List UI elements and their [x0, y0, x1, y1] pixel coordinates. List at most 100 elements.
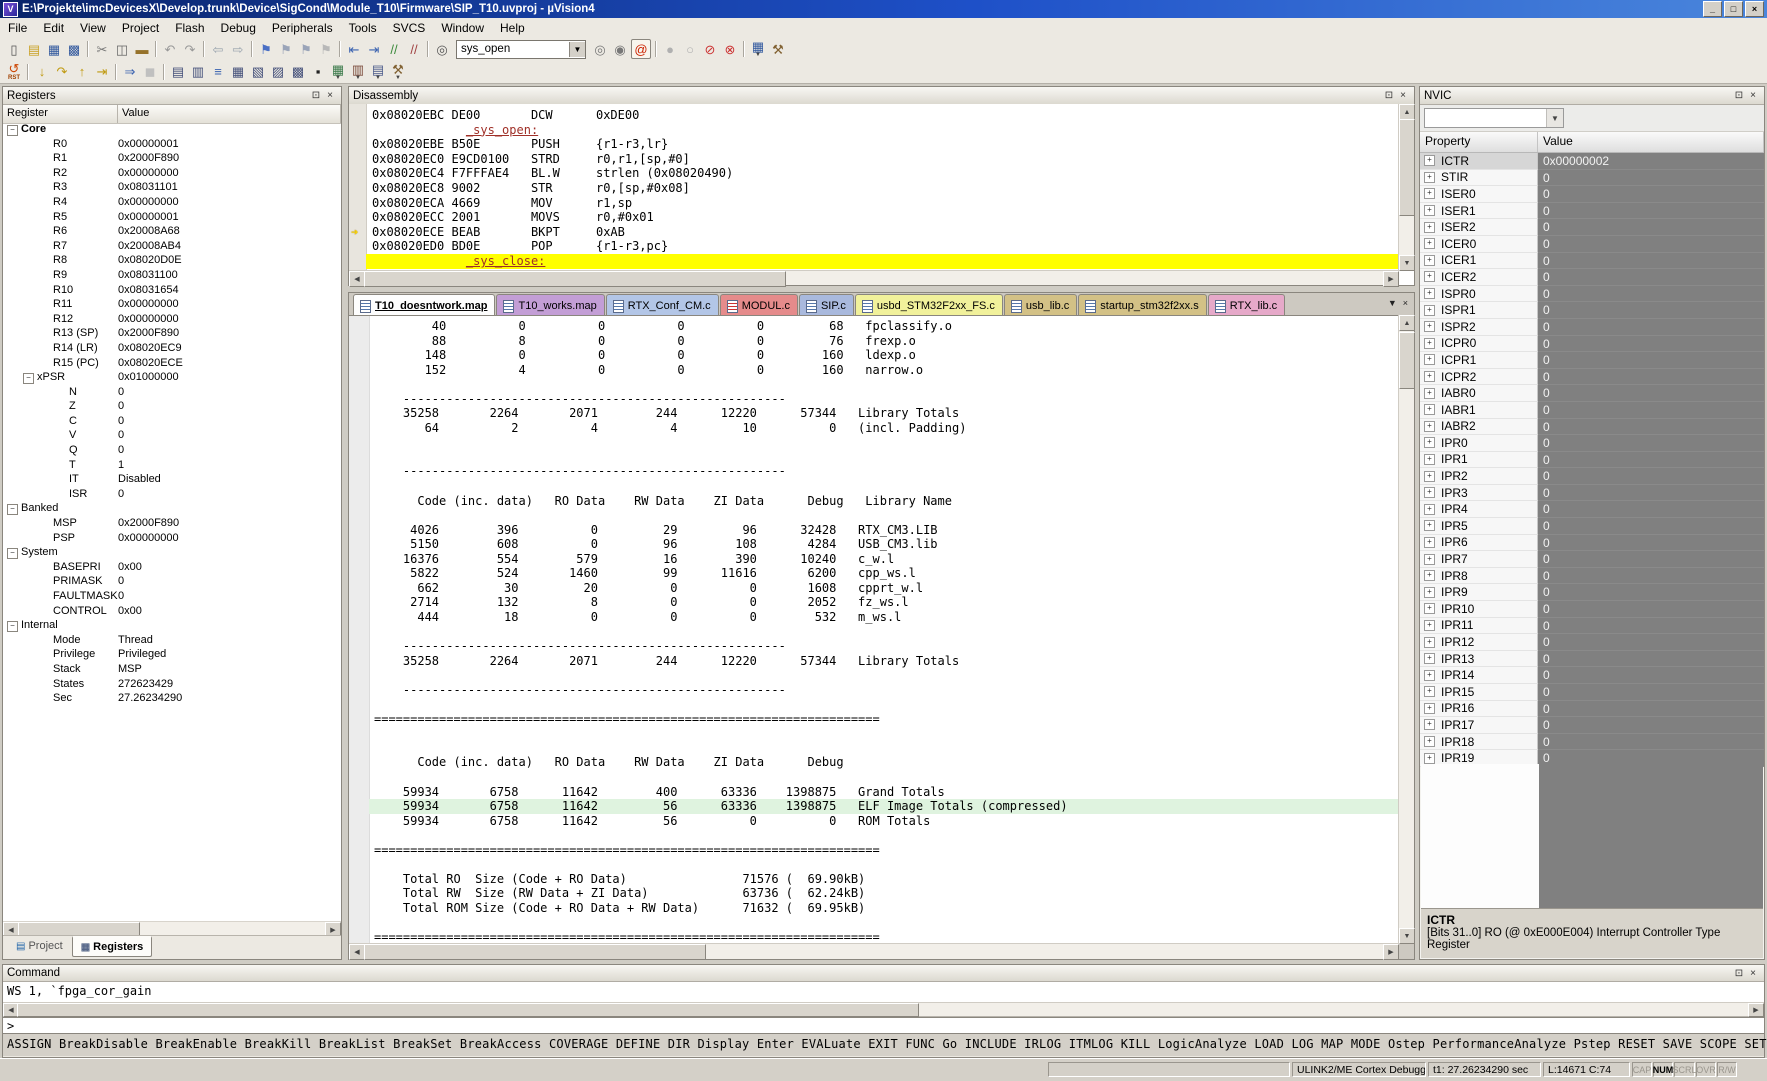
command-history[interactable]: WS 1, `fpga_cor_gain — [3, 982, 1764, 1003]
bookmark-toggle-icon[interactable]: ⚑ — [257, 40, 275, 58]
copy-icon[interactable]: ◫ — [113, 40, 131, 58]
uncomment-icon[interactable]: // — [405, 40, 423, 58]
register-row-r0[interactable]: R00x00000001 — [3, 137, 341, 152]
editor-tab-modul-c[interactable]: MODUL.c — [720, 294, 798, 317]
editor-tab-sip-c[interactable]: SIP.c — [799, 294, 854, 317]
expand-box[interactable]: + — [1424, 271, 1435, 282]
disassembly-hscrollbar[interactable]: ◀ ▶ — [349, 270, 1399, 285]
expand-box[interactable]: + — [1424, 354, 1435, 365]
expand-box[interactable]: + — [1424, 222, 1435, 233]
register-row-r7[interactable]: R70x20008AB4 — [3, 239, 341, 254]
register-row-r9[interactable]: R90x08031100 — [3, 268, 341, 283]
disassembly-vscrollbar[interactable]: ▲ ▼ — [1398, 104, 1414, 271]
step-into-icon[interactable]: ↓ — [33, 63, 51, 81]
pin-icon[interactable]: ⊡ — [1732, 967, 1746, 980]
register-row-mode[interactable]: ModeThread — [3, 633, 341, 648]
menu-edit[interactable]: Edit — [35, 19, 72, 37]
register-row-r12[interactable]: R120x00000000 — [3, 312, 341, 327]
nvic-row-ipr6[interactable]: +IPR60 — [1420, 535, 1764, 552]
find-icon[interactable]: ◎ — [591, 40, 609, 58]
expand-box[interactable]: + — [1424, 520, 1435, 531]
register-row-primask[interactable]: PRIMASK0 — [3, 574, 341, 589]
expand-box[interactable]: + — [1424, 388, 1435, 399]
expand-box[interactable]: + — [1424, 205, 1435, 216]
system-viewer-icon[interactable]: ▤▼ — [369, 63, 387, 81]
expand-box[interactable]: + — [1424, 703, 1435, 714]
expand-box[interactable]: + — [1424, 321, 1435, 332]
register-row-xpsr[interactable]: −xPSR0x01000000 — [3, 370, 341, 385]
register-row-t[interactable]: T1 — [3, 458, 341, 473]
register-row-q[interactable]: Q0 — [3, 443, 341, 458]
expand-box[interactable]: + — [1424, 421, 1435, 432]
editor-vscrollbar[interactable]: ▲ ▼ — [1398, 315, 1414, 944]
expand-box[interactable]: + — [1424, 454, 1435, 465]
disassembly-panel-title[interactable]: Disassembly ⊡ × — [349, 87, 1414, 105]
register-column-label[interactable]: Register — [3, 105, 118, 123]
register-row-sec[interactable]: Sec27.26234290 — [3, 691, 341, 706]
menu-view[interactable]: View — [72, 19, 114, 37]
pin-icon[interactable]: ⊡ — [1382, 89, 1396, 102]
expand-box[interactable]: + — [1424, 554, 1435, 565]
editor-tab-t10-works-map[interactable]: T10_works.map — [496, 294, 604, 317]
close-button[interactable]: × — [1745, 1, 1764, 17]
register-row-system[interactable]: −System — [3, 545, 341, 560]
value-column-label[interactable]: Value — [118, 105, 341, 123]
expand-box[interactable]: − — [23, 373, 34, 384]
nvic-row-icer2[interactable]: +ICER20 — [1420, 269, 1764, 286]
analysis-window-icon[interactable]: ▦▼ — [329, 63, 347, 81]
nvic-register-select[interactable]: ▼ — [1424, 108, 1564, 128]
command-panel-title[interactable]: Command ⊡ × — [3, 965, 1764, 982]
menu-flash[interactable]: Flash — [167, 19, 212, 37]
nvic-row-iser0[interactable]: +ISER00 — [1420, 186, 1764, 203]
step-over-icon[interactable]: ↷ — [53, 63, 71, 81]
step-out-icon[interactable]: ↑ — [73, 63, 91, 81]
register-row-r14-lr[interactable]: R14 (LR)0x08020EC9 — [3, 341, 341, 356]
expand-box[interactable]: + — [1424, 736, 1435, 747]
comment-icon[interactable]: // — [385, 40, 403, 58]
trace-window-icon[interactable]: ▥▼ — [349, 63, 367, 81]
expand-box[interactable]: + — [1424, 305, 1435, 316]
symbol-combobox[interactable]: sys_open▼ — [456, 40, 586, 59]
menu-window[interactable]: Window — [433, 19, 492, 37]
nvic-row-ipr7[interactable]: +IPR70 — [1420, 551, 1764, 568]
pin-icon[interactable]: ⊡ — [309, 89, 323, 102]
bookmark-clear-icon[interactable]: ⚑ — [317, 40, 335, 58]
window-layout-icon[interactable]: ▦▼ — [749, 40, 767, 58]
register-row-r11[interactable]: R110x00000000 — [3, 297, 341, 312]
close-icon[interactable]: × — [1746, 967, 1760, 980]
indent-icon[interactable]: ⇥ — [365, 40, 383, 58]
editor-content[interactable]: 40 0 0 0 0 68 fpclassify.o 88 8 0 0 0 76… — [349, 315, 1399, 944]
editor-tab-startup-stm32f2xx-s[interactable]: startup_stm32f2xx.s — [1078, 294, 1206, 317]
register-row-v[interactable]: V0 — [3, 428, 341, 443]
expand-box[interactable]: + — [1424, 620, 1435, 631]
command-hscrollbar[interactable]: ◀ ▶ — [3, 1003, 1764, 1017]
stop-icon[interactable]: ◼ — [141, 63, 159, 81]
expand-box[interactable]: + — [1424, 670, 1435, 681]
chevron-down-icon[interactable]: ▼ — [569, 42, 585, 57]
register-row-n[interactable]: N0 — [3, 385, 341, 400]
breakpoint-kill-icon[interactable]: ⊗ — [721, 40, 739, 58]
register-row-r4[interactable]: R40x00000000 — [3, 195, 341, 210]
new-file-icon[interactable]: ▯ — [5, 40, 23, 58]
expand-box[interactable]: + — [1424, 587, 1435, 598]
expand-box[interactable]: + — [1424, 504, 1435, 515]
close-icon[interactable]: × — [1396, 89, 1410, 102]
nvic-row-ispr2[interactable]: +ISPR20 — [1420, 319, 1764, 336]
expand-box[interactable]: + — [1424, 471, 1435, 482]
symbol-window-icon[interactable]: ≡ — [209, 63, 227, 81]
nvic-row-ipr0[interactable]: +IPR00 — [1420, 435, 1764, 452]
marker-circle-icon[interactable]: ○ — [681, 40, 699, 58]
nvic-row-ipr3[interactable]: +IPR30 — [1420, 485, 1764, 502]
nvic-row-ipr1[interactable]: +IPR10 — [1420, 452, 1764, 469]
nvic-row-stir[interactable]: +STIR0 — [1420, 170, 1764, 187]
register-row-r3[interactable]: R30x08031101 — [3, 180, 341, 195]
nvic-row-ipr9[interactable]: +IPR90 — [1420, 584, 1764, 601]
run-icon[interactable]: ⇒ — [121, 63, 139, 81]
register-row-r2[interactable]: R20x00000000 — [3, 166, 341, 181]
expand-box[interactable]: + — [1424, 255, 1435, 266]
bookmark-prev-icon[interactable]: ⚑ — [277, 40, 295, 58]
nvic-row-ipr17[interactable]: +IPR170 — [1420, 717, 1764, 734]
toolbox-icon[interactable]: ⚒▼ — [389, 63, 407, 81]
menu-file[interactable]: File — [0, 19, 35, 37]
nav-back-icon[interactable]: ⇦ — [209, 40, 227, 58]
